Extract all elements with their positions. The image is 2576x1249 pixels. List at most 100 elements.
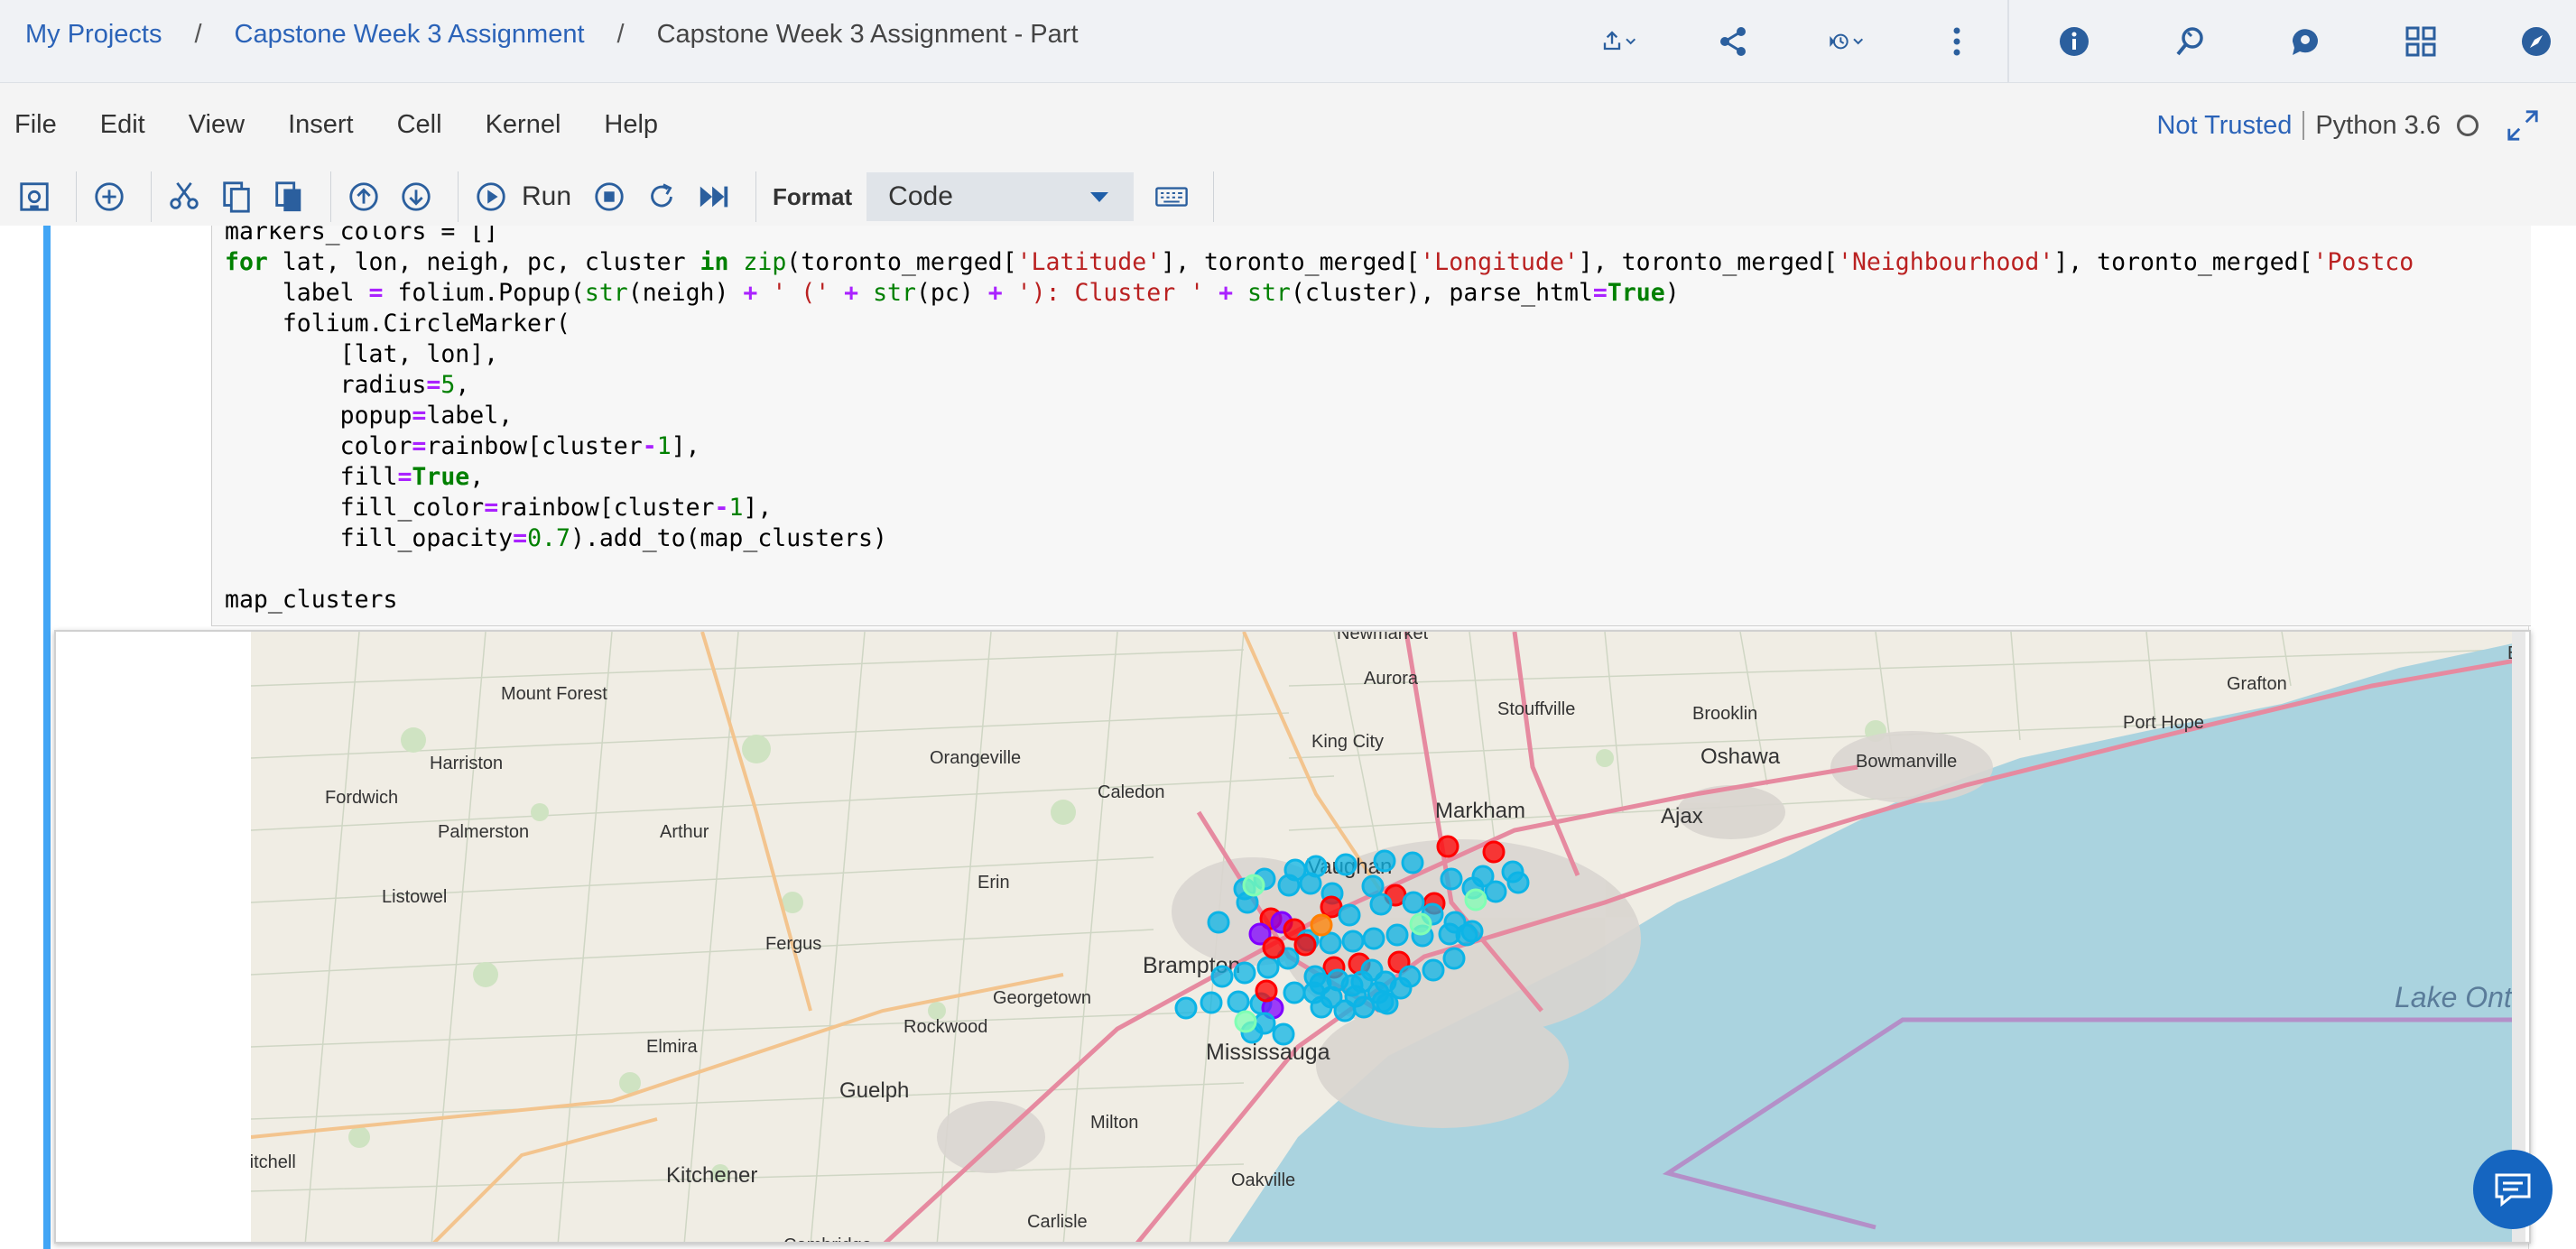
cluster-marker[interactable] [1455,923,1478,947]
cluster-marker[interactable] [1234,1010,1257,1033]
cluster-marker[interactable] [1442,947,1466,970]
stop-icon[interactable] [588,175,631,218]
cluster-marker[interactable] [1371,990,1395,1013]
cluster-marker[interactable] [1369,893,1393,916]
cluster-marker[interactable] [1436,835,1459,858]
kernel-idle-icon [2457,115,2479,136]
code-line: label = folium.Popup(str(neigh) + ' (' +… [225,279,1680,307]
cluster-marker[interactable] [1310,995,1333,1019]
folium-map[interactable]: Newmarket Aurora Mount Forest Stouffvill… [251,632,2525,1244]
insert-cell-icon[interactable] [88,175,131,218]
cluster-marker[interactable] [1352,995,1376,1019]
cluster-marker[interactable] [1333,999,1357,1022]
cluster-marker[interactable] [1210,965,1234,988]
breadcrumb-project[interactable]: Capstone Week 3 Assignment [235,20,585,50]
paste-icon[interactable] [267,175,310,218]
cluster-marker[interactable] [1373,849,1396,873]
run-button[interactable]: Run [522,181,571,212]
cluster-marker[interactable] [1207,911,1230,934]
cluster-marker[interactable] [1402,891,1425,914]
place-label: Rockwood [903,1017,987,1037]
menu-cell[interactable]: Cell [397,110,442,140]
share-icon[interactable] [1704,13,1762,70]
cell-type-value: Code [888,181,953,211]
code-line: fill_opacity=0.7).add_to(map_clusters) [225,524,887,552]
place-label: Kitchener [666,1163,757,1188]
cluster-marker[interactable] [1340,974,1364,997]
more-icon[interactable] [1928,13,1986,70]
menu-insert[interactable]: Insert [288,110,354,140]
save-icon[interactable] [13,175,56,218]
code-line: fill=True, [225,463,485,491]
cluster-marker[interactable] [1409,912,1432,936]
cluster-marker[interactable] [1319,931,1342,955]
restart-icon[interactable] [640,175,683,218]
cluster-marker[interactable] [1227,990,1250,1013]
cluster-marker[interactable] [1482,840,1506,864]
copy-icon[interactable] [215,175,258,218]
cut-icon[interactable] [162,175,206,218]
cluster-marker[interactable] [1360,958,1384,982]
cluster-marker[interactable] [1484,880,1507,903]
cluster-marker[interactable] [1174,996,1198,1020]
place-label: Markham [1435,799,1525,823]
code-cell[interactable]: markers_colors = [] for lat, lon, neigh,… [43,226,2531,1249]
keyboard-icon[interactable] [1150,175,1193,218]
code-editor[interactable]: markers_colors = [] for lat, lon, neigh,… [211,226,2531,626]
compass-icon[interactable] [2507,13,2565,70]
cluster-marker[interactable] [1309,972,1332,995]
code-line: for lat, lon, neigh, pc, cluster in zip(… [225,248,2414,276]
upload-icon[interactable] [1574,13,1664,70]
version-history-icon[interactable] [1802,13,1892,70]
cluster-marker[interactable] [1362,927,1385,950]
menu-edit[interactable]: Edit [100,110,145,140]
cluster-marker[interactable] [1334,853,1357,876]
cluster-marker[interactable] [1262,936,1285,959]
cluster-marker[interactable] [1464,888,1487,911]
chat-button[interactable] [2473,1150,2553,1229]
menu-file[interactable]: File [14,110,57,140]
cluster-marker[interactable] [1233,961,1256,985]
cluster-marker[interactable] [1277,874,1301,897]
cluster-marker[interactable] [1299,872,1322,895]
cluster-marker[interactable] [1506,871,1530,894]
run-all-icon[interactable] [692,175,736,218]
dashboard-icon[interactable] [2392,13,2450,70]
place-label: Fergus [765,934,821,954]
cluster-marker[interactable] [1310,913,1333,937]
menu-view[interactable]: View [189,110,245,140]
menu-help[interactable]: Help [604,110,658,140]
cluster-marker[interactable] [1256,956,1280,979]
notebook-toolbar: Run Format Code [0,168,2576,226]
place-label: Orangeville [930,748,1021,768]
cluster-marker[interactable] [1338,903,1361,927]
kernel-separator [2303,111,2305,140]
cluster-marker[interactable] [1440,867,1463,891]
menu-kernel[interactable]: Kernel [486,110,561,140]
expand-icon[interactable] [2506,108,2540,143]
move-up-icon[interactable] [342,175,385,218]
cell-type-select[interactable]: Code [866,172,1135,221]
chevron-down-icon [1090,191,1109,202]
breadcrumb: My Projects / Capstone Week 3 Assignment… [25,20,1079,50]
cluster-marker[interactable] [1283,981,1306,1004]
run-icon[interactable] [469,175,513,218]
info-icon[interactable] [2045,13,2103,70]
comments-icon[interactable] [2276,13,2334,70]
breadcrumb-my-projects[interactable]: My Projects [25,20,162,50]
move-down-icon[interactable] [394,175,438,218]
cluster-marker[interactable] [1293,933,1317,957]
cluster-marker[interactable] [1341,930,1365,953]
cluster-marker[interactable] [1255,979,1278,1003]
find-replace-icon[interactable] [2161,13,2219,70]
cluster-marker[interactable] [1242,874,1265,897]
format-label: Format [773,182,853,210]
code-line: radius=5, [225,371,470,399]
cluster-marker[interactable] [1422,958,1445,982]
kernel-name[interactable]: Python 3.6 [2315,111,2441,141]
cluster-marker[interactable] [1272,1022,1295,1046]
cluster-marker[interactable] [1385,923,1409,947]
cluster-marker[interactable] [1200,991,1223,1014]
cluster-marker[interactable] [1401,851,1424,874]
trust-indicator[interactable]: Not Trusted [2156,111,2292,141]
